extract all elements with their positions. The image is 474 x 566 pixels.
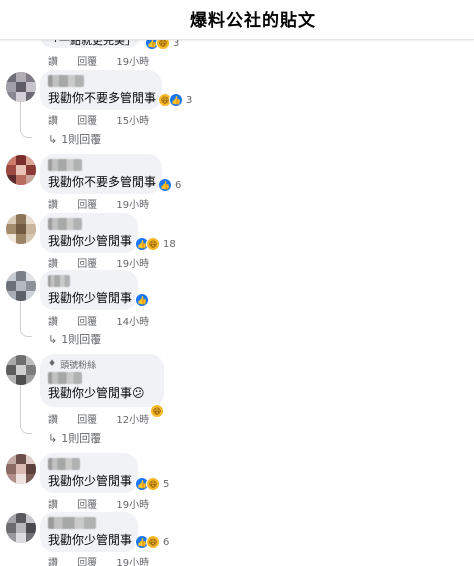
author-name[interactable] bbox=[48, 372, 82, 384]
comment-text: 我勸你少管閒事 bbox=[48, 234, 133, 248]
reply-link[interactable]: 回覆 bbox=[77, 500, 97, 511]
reply-link[interactable]: 回覆 bbox=[77, 200, 97, 211]
reaction-count: 6 bbox=[163, 536, 170, 548]
avatar[interactable] bbox=[6, 355, 36, 385]
timestamp[interactable]: 12小時 bbox=[116, 415, 149, 426]
comment-bubble: ♦ 頭號粉絲 我勸你少管閒事😕 bbox=[40, 354, 164, 407]
comment-actions: 讚 回覆 19小時 bbox=[48, 255, 149, 270]
reaction-count: 6 bbox=[175, 179, 182, 191]
reaction-count: 3 bbox=[186, 94, 193, 106]
comment-actions: 讚 回覆 19小時 bbox=[48, 496, 149, 511]
reply-link[interactable]: 回覆 bbox=[77, 317, 97, 328]
reply-link[interactable]: 回覆 bbox=[77, 259, 97, 270]
page-title: 爆料公社的貼文 bbox=[190, 11, 316, 31]
comment-bubble: 我勸你不要多管閒事 bbox=[40, 154, 162, 194]
comment-text: 我勸你不要多管閒事 bbox=[48, 91, 157, 105]
reaction-summary[interactable]: 😆 👍 3 bbox=[158, 92, 192, 108]
like-link[interactable]: 讚 bbox=[48, 500, 58, 511]
comment-actions: 讚 回覆 19小時 bbox=[48, 53, 149, 68]
avatar[interactable] bbox=[6, 513, 36, 543]
timestamp[interactable]: 19小時 bbox=[116, 500, 149, 511]
replies-label: 1則回覆 bbox=[61, 432, 102, 445]
replies-label: 1則回覆 bbox=[61, 333, 102, 346]
like-link[interactable]: 讚 bbox=[48, 415, 58, 426]
reply-link[interactable]: 回覆 bbox=[77, 116, 97, 127]
reply-arrow-icon: ↳ bbox=[48, 333, 58, 346]
haha-icon: 😆 bbox=[150, 404, 164, 418]
reply-link[interactable]: 回覆 bbox=[77, 558, 97, 566]
author-name[interactable] bbox=[48, 75, 84, 87]
avatar[interactable] bbox=[6, 155, 36, 185]
author-name[interactable] bbox=[48, 159, 82, 171]
reply-link[interactable]: 回覆 bbox=[77, 57, 97, 68]
view-replies-link[interactable]: ↳ 1則回覆 bbox=[48, 430, 101, 446]
top-fan-badge: ♦ 頭號粉絲 bbox=[48, 358, 156, 371]
haha-icon: 😆 bbox=[146, 237, 160, 251]
badge-label: 頭號粉絲 bbox=[60, 360, 97, 371]
reply-link[interactable]: 回覆 bbox=[77, 415, 97, 426]
reaction-summary[interactable]: 👍 6 bbox=[158, 177, 181, 193]
comment-bubble: 我勸你少管閒事 bbox=[40, 213, 138, 253]
like-icon: 👍 bbox=[169, 93, 183, 107]
comment-actions: 讚 回覆 15小時 bbox=[48, 112, 149, 127]
thread-line bbox=[20, 300, 21, 330]
comment-bubble: 我勸你少管閒事 bbox=[40, 270, 138, 310]
like-link[interactable]: 讚 bbox=[48, 558, 58, 566]
thread-line bbox=[20, 100, 21, 130]
comment-actions: 讚 回覆 12小時 bbox=[48, 411, 149, 426]
avatar[interactable] bbox=[6, 271, 36, 301]
view-replies-link[interactable]: ↳ 1則回覆 bbox=[48, 331, 101, 347]
timestamp[interactable]: 19小時 bbox=[116, 57, 149, 68]
thread-corner bbox=[20, 128, 32, 138]
comment-bubble: 我勸你少管閒事 bbox=[40, 453, 138, 493]
reaction-count: 18 bbox=[163, 238, 176, 250]
thread-line bbox=[20, 384, 21, 426]
post-header: 爆料公社的貼文 bbox=[0, 0, 474, 40]
reaction-summary[interactable]: 👍 😆 18 bbox=[135, 236, 176, 252]
view-replies-link[interactable]: ↳ 1則回覆 bbox=[48, 131, 101, 147]
author-name[interactable] bbox=[48, 517, 96, 529]
like-link[interactable]: 讚 bbox=[48, 317, 58, 328]
timestamp[interactable]: 19小時 bbox=[116, 200, 149, 211]
comment-bubble: 我勸你不要多管閒事 bbox=[40, 70, 162, 110]
reply-arrow-icon: ↳ bbox=[48, 432, 58, 445]
author-name[interactable] bbox=[48, 458, 80, 470]
thread-corner bbox=[20, 327, 32, 337]
avatar[interactable] bbox=[6, 454, 36, 484]
timestamp[interactable]: 19小時 bbox=[116, 558, 149, 566]
comment-actions: 讚 回覆 14小時 bbox=[48, 313, 149, 328]
timestamp[interactable]: 19小時 bbox=[116, 259, 149, 270]
thread-corner bbox=[20, 424, 32, 434]
timestamp[interactable]: 15小時 bbox=[116, 116, 149, 127]
diamond-badge-icon: ♦ bbox=[48, 359, 57, 369]
comment-text: 我勸你少管閒事 bbox=[48, 533, 133, 547]
reaction-summary[interactable]: 😆 bbox=[150, 403, 164, 419]
reaction-summary[interactable]: 👍 bbox=[135, 292, 149, 308]
like-link[interactable]: 讚 bbox=[48, 116, 58, 127]
like-link[interactable]: 讚 bbox=[48, 57, 58, 68]
haha-icon: 😆 bbox=[146, 477, 160, 491]
author-name[interactable] bbox=[48, 275, 70, 287]
comment-text: 我勸你少管閒事 bbox=[48, 474, 133, 488]
author-name[interactable] bbox=[48, 218, 82, 230]
like-icon: 👍 bbox=[158, 178, 172, 192]
comment-text: 我勸你不要多管閒事 bbox=[48, 175, 157, 189]
comment-text: 我勸你少管閒事 bbox=[48, 291, 133, 305]
comment-actions: 讚 回覆 19小時 bbox=[48, 196, 149, 211]
like-link[interactable]: 讚 bbox=[48, 200, 58, 211]
comment-actions: 讚 回覆 19小時 bbox=[48, 554, 149, 566]
reaction-summary[interactable]: 👍 😆 6 bbox=[135, 534, 169, 550]
timestamp[interactable]: 14小時 bbox=[116, 317, 149, 328]
like-icon: 👍 bbox=[135, 293, 149, 307]
reaction-count: 5 bbox=[163, 478, 170, 490]
like-link[interactable]: 讚 bbox=[48, 259, 58, 270]
avatar[interactable] bbox=[6, 214, 36, 244]
reaction-summary[interactable]: 👍 😆 5 bbox=[135, 476, 169, 492]
reply-arrow-icon: ↳ bbox=[48, 133, 58, 146]
avatar[interactable] bbox=[6, 72, 36, 102]
replies-label: 1則回覆 bbox=[61, 133, 102, 146]
haha-icon: 😆 bbox=[146, 535, 160, 549]
comment-text: 我勸你少管閒事😕 bbox=[48, 386, 145, 400]
comment-bubble: 我勸你少管閒事 bbox=[40, 512, 138, 552]
